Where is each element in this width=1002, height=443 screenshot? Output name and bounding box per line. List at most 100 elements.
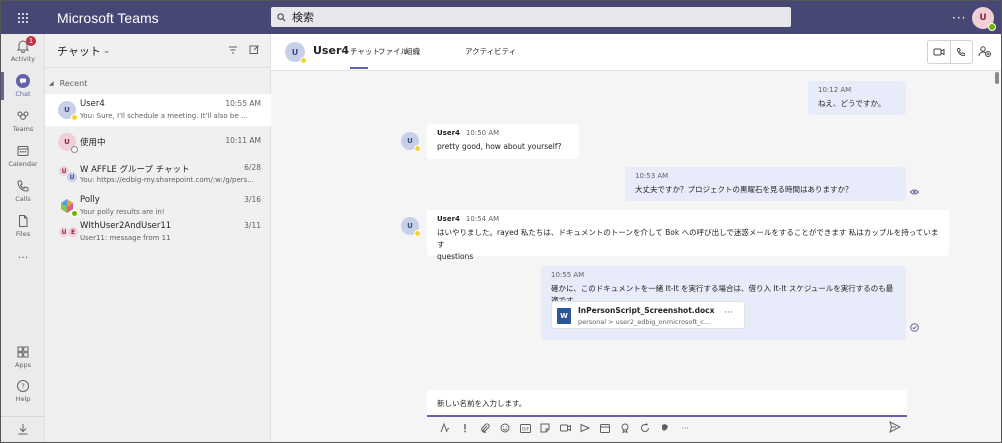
calendar-icon bbox=[17, 146, 29, 156]
rail-label: Files bbox=[15, 230, 31, 238]
group-avatar: U E bbox=[58, 223, 79, 241]
chat-list-item[interactable]: U User4 10:55 AM You: Sure, I'll schedul… bbox=[45, 94, 271, 126]
message-author: User4 bbox=[437, 129, 460, 137]
more-icon: ··· bbox=[17, 251, 29, 264]
tab-org[interactable]: 組織 bbox=[405, 46, 420, 57]
rail-item-calls[interactable]: Calls bbox=[1, 179, 45, 203]
search-icon bbox=[277, 12, 286, 21]
download-button[interactable] bbox=[1, 416, 45, 440]
gif-icon[interactable]: GIF bbox=[515, 420, 535, 436]
rail-item-help[interactable]: ? Help bbox=[1, 379, 45, 403]
profile-avatar[interactable]: U bbox=[972, 7, 996, 31]
sender-avatar[interactable]: U bbox=[401, 217, 421, 237]
app-name: Microsoft Teams bbox=[57, 9, 159, 26]
collapse-triangle-icon: ◢ bbox=[49, 80, 54, 87]
message-time: 10:53 AM bbox=[635, 172, 669, 180]
message-time: 10:12 AM bbox=[818, 86, 852, 94]
delivered-check-icon bbox=[910, 323, 919, 332]
file-icon bbox=[19, 215, 28, 227]
chat-name: WIthUser2AndUser11 bbox=[80, 221, 172, 231]
avatar: U bbox=[58, 133, 78, 153]
apps-extension-icon[interactable] bbox=[655, 420, 675, 436]
file-path: personal > user2_edbig_onmicrosoft_c... bbox=[578, 318, 711, 326]
file-attachment-card[interactable]: W InPersonScript_Screenshot.docx persona… bbox=[551, 301, 745, 329]
apps-icon bbox=[17, 346, 29, 358]
rail-label: Chat bbox=[15, 90, 31, 98]
rail-item-files[interactable]: Files bbox=[1, 214, 45, 238]
more-options-button[interactable]: ··· bbox=[675, 420, 695, 436]
add-people-icon[interactable] bbox=[978, 45, 991, 58]
tab-activity[interactable]: アクティビティ bbox=[465, 46, 516, 57]
rail-item-calendar[interactable]: Calendar bbox=[1, 144, 45, 168]
chat-list-title[interactable]: チャット bbox=[57, 43, 101, 59]
format-icon[interactable] bbox=[435, 420, 455, 436]
filter-icon[interactable] bbox=[228, 45, 238, 55]
attach-icon[interactable] bbox=[475, 420, 495, 436]
chat-time: 10:11 AM bbox=[225, 136, 261, 145]
praise-icon[interactable] bbox=[615, 420, 635, 436]
sender-avatar[interactable]: U bbox=[401, 132, 421, 152]
presence-away-icon bbox=[300, 57, 307, 64]
sticker-icon[interactable] bbox=[535, 420, 555, 436]
rail-item-teams[interactable]: Teams bbox=[1, 109, 45, 133]
settings-more-button[interactable]: ··· bbox=[952, 11, 966, 25]
chat-time: 10:55 AM bbox=[225, 99, 261, 108]
received-message[interactable]: User4 10:54 AM はいやりました。rayed 私たちは、ドキュメントの… bbox=[427, 210, 949, 261]
emoji-icon[interactable] bbox=[495, 420, 515, 436]
stream-icon[interactable] bbox=[575, 420, 595, 436]
important-icon[interactable] bbox=[455, 420, 475, 436]
avatar-initials: U bbox=[64, 106, 70, 114]
tab-chat[interactable]: チャット bbox=[350, 46, 380, 69]
rail-label: Calls bbox=[15, 195, 31, 203]
my-message[interactable]: 10:55 AM 確かに、このドキュメントを一緒 It-It を実行する場合は、… bbox=[541, 266, 906, 340]
app-launcher-icon[interactable] bbox=[1, 1, 45, 34]
rail-item-chat[interactable]: Chat bbox=[1, 74, 45, 98]
audio-call-button[interactable] bbox=[949, 41, 972, 63]
chevron-down-icon[interactable]: ⌄ bbox=[103, 46, 111, 56]
rail-more-apps-button[interactable]: ··· bbox=[1, 251, 45, 264]
phone-icon bbox=[17, 180, 29, 192]
word-document-icon: W bbox=[557, 308, 571, 324]
avatar-initials: E bbox=[67, 226, 79, 238]
rail-item-apps[interactable]: Apps bbox=[1, 345, 45, 369]
my-message[interactable]: 10:53 AM 大丈夫ですか？プロジェクトの黒曜石を見る時間はありますか？ bbox=[625, 167, 906, 201]
scrollbar[interactable] bbox=[995, 72, 999, 402]
teams-icon bbox=[17, 111, 29, 120]
phone-icon bbox=[957, 48, 966, 57]
compose-box[interactable]: 新しい名前を入力します。 bbox=[427, 390, 907, 417]
tab-files[interactable]: ファイル bbox=[378, 46, 408, 57]
search-placeholder: 検索 bbox=[292, 11, 314, 24]
chat-list-item[interactable]: U U W AFFLE グループ チャット 6/28 You: https://… bbox=[45, 158, 271, 190]
search-input[interactable]: 検索 bbox=[271, 7, 791, 27]
file-more-options-button[interactable]: ··· bbox=[724, 308, 733, 318]
message-text: pretty good, how about yourself? bbox=[437, 142, 562, 151]
file-name: InPersonScript_Screenshot.docx bbox=[578, 306, 715, 315]
chat-preview: You: Sure, I'll schedule a meeting. It'l… bbox=[80, 112, 248, 120]
section-label: Recent bbox=[59, 79, 88, 88]
chat-list-pane: チャット ⌄ ◢ Recent U User4 10:55 AM You: Su… bbox=[45, 34, 271, 442]
loop-icon[interactable] bbox=[635, 420, 655, 436]
new-chat-icon[interactable] bbox=[249, 44, 260, 55]
group-avatar: U U bbox=[58, 165, 78, 183]
schedule-meeting-icon[interactable] bbox=[595, 420, 615, 436]
rail-label: Apps bbox=[14, 361, 32, 369]
message-time: 10:50 AM bbox=[465, 129, 500, 137]
call-buttons bbox=[927, 40, 973, 64]
rail-label: Teams bbox=[12, 125, 34, 133]
chat-list-item[interactable]: U E WIthUser2AndUser11 3/11 User11: mess… bbox=[45, 216, 271, 248]
received-message[interactable]: User4 10:50 AM pretty good, how about you… bbox=[427, 124, 579, 159]
chat-list-item[interactable]: U 使用中 10:11 AM bbox=[45, 126, 271, 158]
message-time: 10:55 AM bbox=[551, 271, 585, 279]
rail-label: Activity bbox=[10, 55, 36, 63]
presence-away-icon bbox=[71, 114, 78, 121]
scrollbar-thumb[interactable] bbox=[995, 72, 999, 84]
rail-item-activity[interactable]: 1 Activity bbox=[1, 36, 45, 63]
send-icon[interactable] bbox=[889, 421, 901, 433]
chat-name: User4 bbox=[80, 99, 105, 109]
meet-now-icon[interactable] bbox=[555, 420, 575, 436]
avatar[interactable]: U bbox=[285, 42, 307, 64]
recent-section-header[interactable]: ◢ Recent bbox=[49, 79, 87, 88]
video-call-button[interactable] bbox=[928, 41, 950, 63]
my-message[interactable]: 10:12 AM ねえ、どうですか。 bbox=[808, 81, 906, 115]
rail-label: Calendar bbox=[8, 160, 38, 168]
